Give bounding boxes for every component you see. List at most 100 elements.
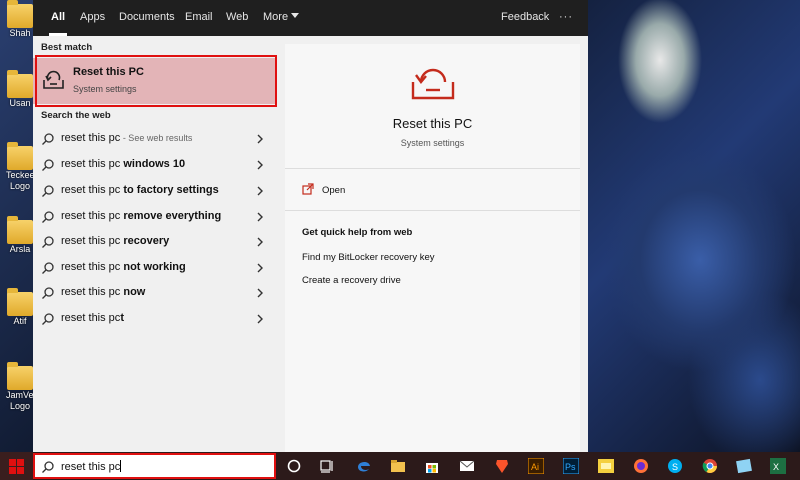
search-filter-tabs: All Apps Documents Email Web More Feedba… [33,0,588,36]
recovery-drive-link[interactable]: Create a recovery drive [302,275,401,286]
result-detail-pane: Reset this PC System settings Open Get q… [285,44,580,452]
tab-more-label: More [263,11,289,23]
desktop-icon[interactable]: Shah [6,0,34,39]
web-result-text: reset this pc remove everything [61,210,222,222]
photoshop-icon[interactable]: Ps [563,458,579,474]
web-result-text: reset this pc not working [61,261,186,273]
tab-more[interactable]: More [263,0,300,36]
taskbar: reset this pc Ai Ps S X [0,452,800,480]
svg-text:Ps: Ps [565,462,576,472]
search-icon [42,461,54,473]
windows-logo-icon [9,459,24,474]
desktop-icon-label: Shah [9,28,31,38]
chevron-right-icon[interactable] [255,133,265,145]
svg-text:X: X [773,462,779,472]
chevron-right-icon[interactable] [255,211,265,223]
svg-text:S: S [672,462,678,472]
desktop-icon-label: Atif [13,316,27,326]
chevron-right-icon[interactable] [255,159,265,171]
folder-icon [7,216,33,244]
best-match-heading: Best match [41,42,93,53]
edge-icon[interactable] [356,458,372,474]
file-explorer-icon[interactable] [390,458,406,474]
web-result-text: reset this pc windows 10 [61,158,186,170]
bitlocker-link[interactable]: Find my BitLocker recovery key [302,252,435,263]
tab-apps[interactable]: Apps [80,0,105,36]
folder-icon [7,0,33,28]
best-match-subtitle: System settings [73,84,137,94]
excel-icon[interactable]: X [770,458,786,474]
start-button[interactable] [0,452,33,480]
feedback-button[interactable]: Feedback [501,0,549,36]
tab-all[interactable]: All [48,0,68,36]
desktop-icon[interactable]: Atif [6,288,34,327]
desktop-icon-label: Arsla [9,244,31,254]
folder-icon [7,288,33,316]
open-button[interactable]: Open [322,185,345,196]
web-result-text: reset this pc to factory settings [61,184,219,196]
best-match-title: Reset this PC [73,66,144,78]
search-icon [42,211,54,223]
folder-icon [7,362,33,390]
reset-pc-icon [43,70,64,89]
folder-icon [7,142,33,170]
desktop-icon-label: JamVer Logo [6,390,34,411]
web-result-item[interactable]: reset this pct [33,306,277,331]
illustrator-icon[interactable]: Ai [528,458,544,474]
store-icon[interactable] [424,458,440,474]
start-search-panel: All Apps Documents Email Web More Feedba… [33,0,588,452]
web-result-item[interactable]: reset this pc not working [33,255,277,280]
desktop-icon[interactable]: Teckee Logo [6,142,34,192]
detail-subtitle: System settings [400,138,465,148]
web-result-item[interactable]: reset this pc now [33,280,277,305]
web-result-item[interactable]: reset this pc to factory settings [33,178,277,203]
desktop-icon[interactable]: Usan [6,70,34,109]
chrome-icon[interactable] [702,458,718,474]
web-result-item[interactable]: reset this pc windows 10 [33,152,277,177]
sticky-app-icon[interactable] [598,458,614,474]
chevron-right-icon[interactable] [255,236,265,248]
search-web-heading: Search the web [41,110,111,121]
more-options-button[interactable]: ··· [559,0,573,36]
search-input-value: reset this pc [61,460,122,473]
chevron-right-icon[interactable] [255,313,265,325]
chevron-down-icon [291,13,300,18]
tab-web[interactable]: Web [226,0,248,36]
chevron-right-icon[interactable] [255,262,265,274]
web-result-item[interactable]: reset this pc remove everything [33,204,277,229]
web-result-item[interactable]: reset this pc recovery [33,229,277,254]
desktop-icon-label: Usan [9,98,31,108]
cortana-icon[interactable] [286,458,302,474]
web-result-text: reset this pc - See web results [61,132,193,144]
results-list: Best match Reset this PC System settings… [33,36,284,452]
desktop-icon[interactable]: Arsla [6,216,34,255]
pen-app-icon[interactable] [736,458,752,474]
svg-text:Ai: Ai [531,462,539,472]
web-result-item[interactable]: reset this pc - See web results [33,126,277,151]
reset-pc-icon [411,68,455,100]
search-icon [42,287,54,299]
chevron-right-icon[interactable] [255,185,265,197]
search-icon [42,133,54,145]
search-icon [42,159,54,171]
desktop-icon-label: Teckee Logo [6,170,34,191]
highlight-box [35,55,277,107]
web-result-text: reset this pc recovery [61,235,170,247]
tab-documents[interactable]: Documents [119,0,175,36]
web-result-text: reset this pct [61,312,124,324]
taskbar-search-input[interactable]: reset this pc [33,453,276,479]
mail-icon[interactable] [459,458,475,474]
divider [285,210,580,211]
skype-icon[interactable]: S [667,458,683,474]
brave-icon[interactable] [494,458,510,474]
search-icon [42,313,54,325]
search-icon [42,262,54,274]
firefox-icon[interactable] [633,458,649,474]
tab-email[interactable]: Email [185,0,213,36]
desktop-icon[interactable]: JamVer Logo [6,362,34,412]
task-view-icon[interactable] [319,458,335,474]
chevron-right-icon[interactable] [255,287,265,299]
quick-help-heading: Get quick help from web [302,227,413,238]
open-icon [302,183,314,195]
search-icon [42,185,54,197]
